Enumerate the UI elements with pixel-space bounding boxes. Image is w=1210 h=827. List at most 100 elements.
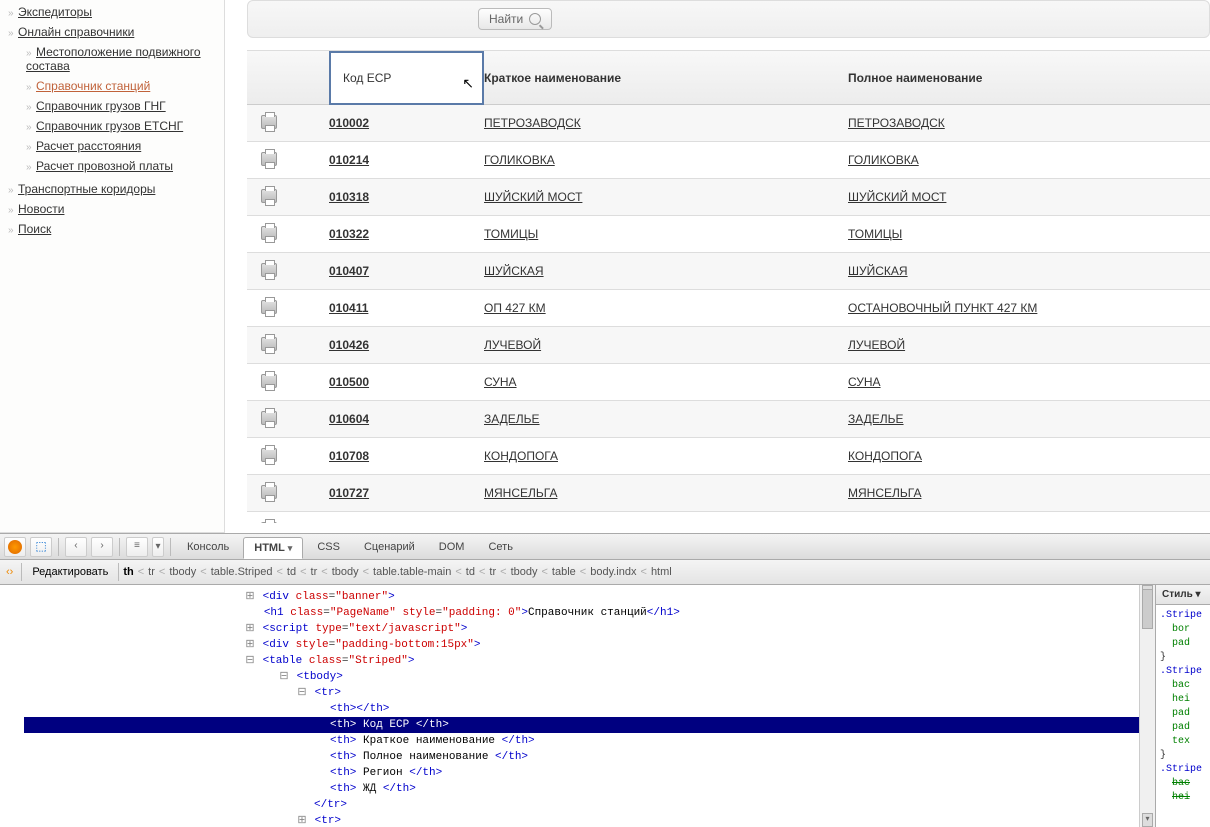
styles-tab[interactable]: Стиль ▾ [1156, 585, 1210, 605]
dropdown-button[interactable]: ▾ [152, 537, 164, 557]
code-link[interactable]: 010500 [329, 375, 369, 389]
breadcrumb-item[interactable]: tbody [332, 566, 359, 578]
full-name-link[interactable]: ТОМИЦЫ [848, 227, 902, 241]
code-link[interactable]: 010318 [329, 190, 369, 204]
full-name-link[interactable]: ШУЙСКИЙ МОСТ [848, 190, 946, 204]
sidebar-sublink[interactable]: Местоположение подвижного состава [26, 45, 201, 73]
code-link[interactable]: 010604 [329, 412, 369, 426]
tab-html[interactable]: HTML [243, 537, 303, 559]
inspect-button[interactable]: ⬚ [30, 537, 52, 557]
selected-code-line[interactable]: <th> Код ЕСР </th> [24, 717, 1139, 733]
full-name-link[interactable]: СУНА [848, 375, 881, 389]
tab-console[interactable]: Консоль [177, 537, 239, 557]
short-name-link[interactable]: ЗАДЕЛЬЕ [484, 412, 540, 426]
printer-icon[interactable] [261, 263, 277, 277]
sidebar-link[interactable]: Новости [18, 202, 64, 216]
code-link[interactable]: 010727 [329, 486, 369, 500]
sidebar-link[interactable]: Экспедиторы [18, 5, 92, 19]
col-header-code[interactable]: Код ЕСР ↖ [329, 51, 484, 105]
short-name-link[interactable]: ПЕТРОЗАВОДСК [484, 116, 581, 130]
sidebar-sublink[interactable]: Расчет расстояния [36, 139, 141, 153]
menu-button[interactable]: ≡ [126, 537, 148, 557]
short-name-link[interactable]: ЛУЧЕВОЙ [484, 338, 541, 352]
printer-icon[interactable] [261, 411, 277, 425]
short-name-link[interactable]: КОНДОПОГА [484, 449, 558, 463]
code-scrollbar[interactable]: ▴ ▾ [1139, 585, 1155, 827]
printer-icon[interactable] [261, 189, 277, 203]
full-name-link[interactable]: ЗАДЕЛЬЕ [848, 412, 904, 426]
printer-icon[interactable] [261, 485, 277, 499]
nav-forward-button[interactable]: › [91, 537, 113, 557]
printer-icon[interactable] [261, 374, 277, 388]
printer-icon[interactable] [261, 337, 277, 351]
sidebar-link[interactable]: Поиск [18, 222, 51, 236]
breadcrumb-item[interactable]: table.table-main [373, 566, 451, 578]
css-prop[interactable]: hei [1160, 693, 1206, 707]
code-link[interactable]: 010426 [329, 338, 369, 352]
css-selector[interactable]: .Stripe [1160, 665, 1206, 679]
sidebar-link[interactable]: Транспортные коридоры [18, 182, 155, 196]
breadcrumb-item[interactable]: tr [148, 566, 155, 578]
printer-icon[interactable] [261, 115, 277, 129]
breadcrumb-item[interactable]: body.indx [590, 566, 636, 578]
code-link[interactable]: 010407 [329, 264, 369, 278]
col-header-full[interactable]: Полное наименование [848, 71, 1210, 85]
css-selector[interactable]: .Stripe [1160, 609, 1206, 623]
short-name-link[interactable]: ОП 427 КМ [484, 301, 546, 315]
short-name-link[interactable]: СУНА [484, 375, 517, 389]
tab-css[interactable]: CSS [307, 537, 350, 557]
printer-icon[interactable] [261, 300, 277, 314]
tab-script[interactable]: Сценарий [354, 537, 425, 557]
breadcrumb-item[interactable]: th [123, 566, 133, 578]
scroll-down-icon[interactable]: ▾ [1142, 813, 1153, 827]
css-prop[interactable]: bac [1160, 777, 1206, 791]
breadcrumb-item[interactable]: td [466, 566, 475, 578]
col-header-short[interactable]: Краткое наименование [484, 71, 848, 85]
search-button[interactable]: Найти [478, 8, 552, 30]
printer-icon[interactable] [261, 448, 277, 462]
sidebar-sublink[interactable]: Справочник грузов ГНГ [36, 99, 166, 113]
full-name-link[interactable]: ПЕТРОЗАВОДСК [848, 116, 945, 130]
code-link[interactable]: 010322 [329, 227, 369, 241]
short-name-link[interactable]: ШУЙСКИЙ МОСТ [484, 190, 582, 204]
full-name-link[interactable]: МЯНСЕЛЬГА [848, 486, 921, 500]
css-prop[interactable]: pad [1160, 721, 1206, 735]
short-name-link[interactable]: ШУЙСКАЯ [484, 264, 544, 278]
nav-back-button[interactable]: ‹ [65, 537, 87, 557]
tab-dom[interactable]: DOM [429, 537, 475, 557]
printer-icon[interactable] [261, 226, 277, 240]
full-name-link[interactable]: КОНДОПОГА [848, 449, 922, 463]
code-link[interactable]: 010708 [329, 449, 369, 463]
breadcrumb-item[interactable]: td [287, 566, 296, 578]
code-link[interactable]: 010411 [329, 301, 368, 315]
breadcrumb-item[interactable]: tbody [169, 566, 196, 578]
code-link[interactable]: 010002 [329, 116, 369, 130]
full-name-link[interactable]: ШУЙСКАЯ [848, 264, 908, 278]
sidebar-link[interactable]: Онлайн справочники [18, 25, 134, 39]
breadcrumb-item[interactable]: table [552, 566, 576, 578]
full-name-link[interactable]: ОСТАНОВОЧНЫЙ ПУНКТ 427 КМ [848, 301, 1037, 315]
printer-icon[interactable] [261, 152, 277, 166]
short-name-link[interactable]: ТОМИЦЫ [484, 227, 538, 241]
tab-net[interactable]: Сеть [478, 537, 522, 557]
css-prop[interactable]: bac [1160, 679, 1206, 693]
code-link[interactable]: 010214 [329, 153, 369, 167]
css-prop[interactable]: hei [1160, 791, 1206, 805]
sidebar-sublink[interactable]: Справочник станций [36, 79, 150, 93]
full-name-link[interactable]: ГОЛИКОВКА [848, 153, 919, 167]
css-prop[interactable]: tex [1160, 735, 1206, 749]
scroll-thumb[interactable] [1142, 589, 1153, 629]
breadcrumb-item[interactable]: table.Striped [211, 566, 273, 578]
css-prop[interactable]: pad [1160, 637, 1206, 651]
printer-icon[interactable] [261, 522, 277, 524]
short-name-link[interactable]: МЯНСЕЛЬГА [484, 486, 557, 500]
firebug-icon[interactable] [4, 537, 26, 557]
firebug-html-tree[interactable]: ⊞ <div class="banner"> <h1 class="PageNa… [0, 585, 1139, 827]
edit-button[interactable]: Редактировать [26, 566, 114, 578]
css-prop[interactable]: bor [1160, 623, 1206, 637]
full-name-link[interactable]: ЛУЧЕВОЙ [848, 338, 905, 352]
breadcrumb-item[interactable]: tbody [511, 566, 538, 578]
sidebar-sublink[interactable]: Справочник грузов ЕТСНГ [36, 119, 183, 133]
short-name-link[interactable]: ГОЛИКОВКА [484, 153, 555, 167]
breadcrumb-item[interactable]: html [651, 566, 672, 578]
